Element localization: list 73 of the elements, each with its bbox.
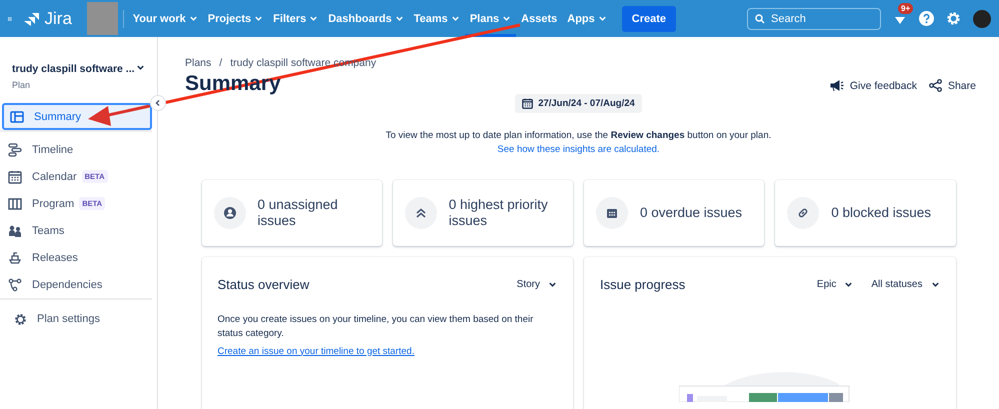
create-button[interactable]: Create [622, 6, 676, 32]
help-icon[interactable] [919, 11, 934, 26]
chevron-down-icon [548, 280, 557, 289]
plan-menu-chevron[interactable] [136, 63, 145, 72]
product-name[interactable]: Jira [44, 8, 72, 28]
chevron-down-icon [502, 14, 512, 23]
feedback-button[interactable]: Give feedback [830, 75, 917, 96]
chevron-down-icon [254, 14, 264, 23]
calendar-icon [522, 98, 534, 109]
collapse-sidebar-button[interactable] [150, 95, 166, 111]
redacted-block [86, 2, 118, 35]
chevron-down-icon [598, 14, 607, 23]
panel-message: Once you create issues on your timeline, you can view them based on their status category. [218, 313, 534, 341]
people-icon [8, 224, 22, 238]
nav-menu[interactable]: Plans [464, 0, 516, 37]
filter-dropdown[interactable]: Story [516, 279, 557, 290]
chevron-down-icon [844, 280, 854, 289]
nav-menu[interactable]: Dashboards [323, 0, 409, 37]
filter-dropdown[interactable]: All statuses [871, 279, 940, 290]
sidebar-item[interactable]: Summary [2, 103, 152, 130]
settings-icon[interactable] [946, 11, 961, 26]
sidebar-item[interactable]: Teams [0, 217, 157, 244]
stat-text: 0 blocked issues [831, 204, 932, 222]
panel-title: Status overview [218, 277, 310, 292]
avatar-icon[interactable] [973, 10, 991, 28]
breadcrumb-link[interactable]: Plans [185, 57, 212, 69]
ship-icon [8, 250, 22, 264]
panel-title: Issue progress [600, 277, 686, 292]
sidebar-item[interactable]: Dependencies [0, 271, 157, 298]
notification-badge: 9+ [898, 2, 914, 14]
nav-menu[interactable]: Projects [202, 0, 268, 37]
plan-name[interactable]: trudy claspill software ... [12, 63, 135, 75]
calendar-icon [8, 170, 22, 184]
date-range[interactable]: 27/Jun/24 - 07/Aug/24 [515, 94, 642, 113]
nav-menu[interactable]: Apps [562, 0, 612, 37]
timeline-icon [8, 142, 22, 156]
settings-icon [14, 312, 27, 326]
nav-menu[interactable]: Assets [516, 0, 562, 37]
columns-icon [8, 196, 22, 210]
chevron-down-icon [188, 14, 198, 23]
chevron-down-icon [450, 14, 460, 23]
sidebar-item[interactable]: Releases [0, 244, 157, 271]
nav-menu[interactable]: Filters [268, 0, 324, 37]
nav-menu[interactable]: Teams [408, 0, 465, 37]
sidebar-item[interactable]: Timeline [0, 136, 157, 163]
nodes-icon [8, 278, 22, 292]
search-icon [755, 14, 765, 24]
calendar-icon [596, 197, 628, 229]
breadcrumb-separator: / [219, 57, 222, 69]
info-text: To view the most up to date plan information, use the Review changes button on your plan. [386, 130, 772, 141]
filter-dropdown[interactable]: Epic [816, 279, 854, 290]
chevron-down-icon [394, 14, 404, 23]
chevron-down-icon [309, 14, 318, 23]
stat-text: 0 highest priority issues [448, 196, 549, 230]
megaphone-icon [830, 80, 844, 92]
plan-settings-item[interactable]: Plan settings [0, 300, 157, 338]
insights-link[interactable]: See how these insights are calculated. [497, 144, 660, 155]
search-field[interactable]: Search [747, 8, 881, 30]
link-icon [787, 197, 820, 229]
share-icon [928, 79, 942, 92]
share-button[interactable]: Share [928, 75, 976, 96]
chevron-down-icon [136, 63, 145, 72]
person-icon [214, 197, 246, 229]
stat-text: 0 unassigned issues [258, 196, 339, 230]
plan-type: Plan [12, 80, 32, 90]
double-chevron-up-icon [404, 197, 437, 229]
logo-icon [24, 12, 40, 26]
stat-text: 0 overdue issues [640, 204, 742, 222]
layout-icon [10, 110, 24, 124]
nav-menu[interactable]: Your work [128, 0, 203, 37]
chevron-down-icon [930, 280, 940, 289]
create-issue-link[interactable]: Create an issue on your timeline to get started. [218, 346, 414, 357]
chevron-left-icon [154, 99, 162, 107]
